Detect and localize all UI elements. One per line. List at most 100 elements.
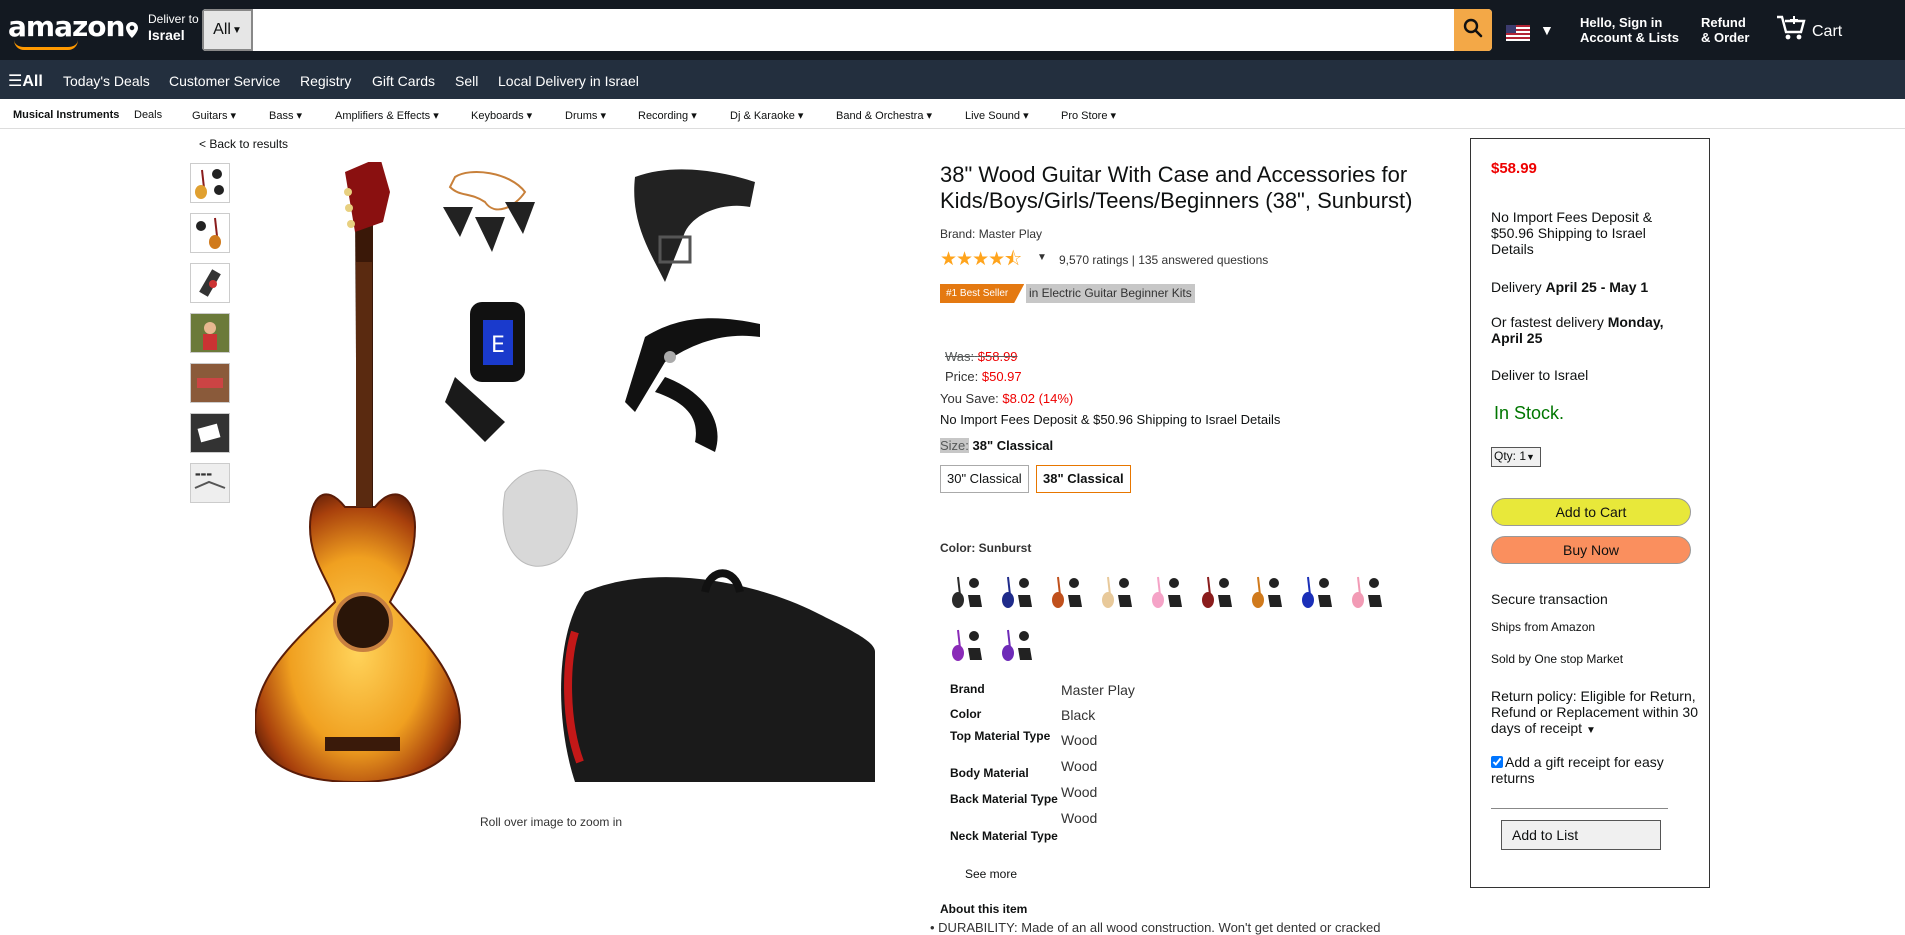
search-icon xyxy=(1463,18,1483,43)
caret-down-icon[interactable]: ▼ xyxy=(1540,22,1554,38)
refund-label: Refund xyxy=(1701,15,1746,30)
star-rating-icon[interactable]: ★★★★⯪ xyxy=(940,245,1022,277)
top-nav-bar: amazon Deliver to Israel All ▼ ▼ Hello, … xyxy=(0,0,1905,60)
cart-label[interactable]: Cart xyxy=(1812,23,1842,41)
thumbnail-1[interactable] xyxy=(190,163,230,203)
spec-key: Body Material xyxy=(950,766,1029,780)
product-main-image[interactable]: E xyxy=(253,157,875,784)
caret-down-icon: ▾ xyxy=(526,110,533,122)
product-title: 38" Wood Guitar With Case and Accessorie… xyxy=(940,162,1413,213)
subnav-pro-store[interactable]: Pro Store ▾ xyxy=(1061,109,1116,122)
subnav-drums[interactable]: Drums ▾ xyxy=(565,109,606,122)
nav-link-customer-service[interactable]: Customer Service xyxy=(169,73,280,89)
search-category-label: All xyxy=(213,21,231,38)
thumbnail-3[interactable] xyxy=(190,263,230,303)
subnav-musical-instruments[interactable]: Musical Instruments xyxy=(13,109,119,121)
about-bullet-text: DURABILITY: Made of an all wood construc… xyxy=(938,920,1381,935)
nav-link-registry[interactable]: Registry xyxy=(300,73,351,89)
thumbnail-2[interactable] xyxy=(190,213,230,253)
color-swatch[interactable] xyxy=(948,573,986,611)
hamburger-menu-icon: ☰ xyxy=(8,73,23,90)
size-option-38-classical[interactable]: 38" Classical xyxy=(1036,465,1131,493)
color-swatch[interactable] xyxy=(1148,573,1186,611)
caret-down-icon: ▾ xyxy=(433,110,439,122)
buybox-delivery: Delivery April 25 - May 1 xyxy=(1491,279,1648,295)
buy-now-button[interactable]: Buy Now xyxy=(1491,536,1691,564)
subnav-deals[interactable]: Deals xyxy=(134,109,162,121)
price-value: $50.97 xyxy=(981,369,1022,384)
was-value: $58.99 xyxy=(977,349,1018,364)
nav-link-local-delivery[interactable]: Local Delivery in Israel xyxy=(498,73,639,89)
sold-by[interactable]: Sold by One stop Market xyxy=(1491,651,1623,667)
subnav-amplifiers-effects[interactable]: Amplifiers & Effects ▾ xyxy=(335,109,439,122)
cart-icon[interactable] xyxy=(1776,14,1806,42)
add-to-cart-button[interactable]: Add to Cart xyxy=(1491,498,1691,526)
back-to-results-link[interactable]: < Back to results xyxy=(199,137,288,151)
color-swatch[interactable] xyxy=(1098,573,1136,611)
nav-link-sell[interactable]: Sell xyxy=(455,73,478,89)
thumbnail-7[interactable]: ▬▬▬ xyxy=(190,463,230,503)
savings: You Save: $8.02 (14%) xyxy=(940,391,1073,406)
color-swatch[interactable] xyxy=(998,626,1036,664)
buybox-deliver-to[interactable]: Deliver to Israel xyxy=(1491,367,1588,383)
was-label: Was: xyxy=(945,349,975,364)
amazon-logo[interactable]: amazon xyxy=(8,10,125,43)
color-swatch[interactable] xyxy=(1348,573,1386,611)
us-flag-icon[interactable] xyxy=(1506,25,1530,41)
best-seller-category-link[interactable]: in Electric Guitar Beginner Kits xyxy=(1026,284,1195,303)
size-option-30-classical[interactable]: 30" Classical xyxy=(940,465,1029,493)
thumbnail-5[interactable] xyxy=(190,363,230,403)
quantity-select[interactable]: Qty: 1▼ xyxy=(1491,447,1541,467)
best-seller-badge[interactable]: #1 Best Seller xyxy=(940,284,1025,303)
subnav-live-sound[interactable]: Live Sound ▾ xyxy=(965,109,1029,122)
ratings-summary: 9,570 ratings | 135 answered questions xyxy=(1059,253,1268,267)
refund-and-order[interactable]: Refund & Order xyxy=(1701,15,1749,45)
account-and-lists[interactable]: Hello, Sign in Account & Lists xyxy=(1580,15,1679,45)
nav-link-todays-deals[interactable]: Today's Deals xyxy=(63,73,150,89)
caret-down-icon: ▾ xyxy=(600,110,606,122)
color-swatch[interactable] xyxy=(1248,573,1286,611)
answered-questions-link[interactable]: 135 answered questions xyxy=(1138,253,1268,267)
ratings-count-link[interactable]: 9,570 ratings xyxy=(1059,253,1128,267)
subnav-dj-karaoke[interactable]: Dj & Karaoke ▾ xyxy=(730,109,803,122)
color-swatch[interactable] xyxy=(1298,573,1336,611)
see-more-link[interactable]: See more xyxy=(965,867,1017,881)
search-button[interactable] xyxy=(1454,9,1492,51)
guitar-kit-image: E xyxy=(253,157,875,784)
chevron-down-icon: ▼ xyxy=(1585,725,1596,736)
search-category-select[interactable]: All ▼ xyxy=(202,9,253,51)
nav-link-gift-cards[interactable]: Gift Cards xyxy=(372,73,435,89)
chevron-down-icon[interactable]: ▼ xyxy=(1037,252,1047,263)
color-swatch[interactable] xyxy=(998,573,1036,611)
current-price: Price: $50.97 xyxy=(945,369,1022,384)
add-to-list-button[interactable]: Add to List xyxy=(1501,820,1661,850)
spec-value: Wood xyxy=(1061,810,1098,826)
price-label: Price: xyxy=(945,369,979,384)
subnav-bass-label: Bass xyxy=(269,110,294,122)
return-policy[interactable]: Return policy: Eligible for Return, Refu… xyxy=(1491,688,1701,739)
subnav-band-orchestra[interactable]: Band & Orchestra ▾ xyxy=(836,109,932,122)
subnav-recording[interactable]: Recording ▾ xyxy=(638,109,697,122)
buybox-import-fees[interactable]: No Import Fees Deposit & $50.96 Shipping… xyxy=(1491,209,1691,257)
thumbnail-4[interactable] xyxy=(190,313,230,353)
brand-link[interactable]: Brand: Master Play xyxy=(940,227,1042,241)
spec-key: Top Material Type xyxy=(950,729,1051,743)
secure-transaction-link[interactable]: Secure transaction xyxy=(1491,591,1608,607)
all-menu-button[interactable]: ☰All xyxy=(8,71,43,91)
search-input[interactable] xyxy=(253,9,1457,51)
subnav-keyboards[interactable]: Keyboards ▾ xyxy=(471,109,532,122)
account-greeting: Hello, Sign in xyxy=(1580,15,1663,30)
order-label: & Order xyxy=(1701,30,1750,45)
search-bar: All ▼ xyxy=(202,9,1492,51)
import-fees-note: No Import Fees Deposit & $50.96 Shipping… xyxy=(940,412,1281,427)
location-pin-icon xyxy=(126,22,138,43)
svg-text:E: E xyxy=(491,333,505,358)
size-label: Size: xyxy=(940,438,969,453)
subnav-guitars[interactable]: Guitars ▾ xyxy=(192,109,236,122)
thumbnail-6[interactable] xyxy=(190,413,230,453)
color-swatch[interactable] xyxy=(1048,573,1086,611)
color-swatch[interactable] xyxy=(948,626,986,664)
subnav-bass[interactable]: Bass ▾ xyxy=(269,109,302,122)
gift-receipt-checkbox[interactable] xyxy=(1491,756,1503,768)
color-swatch[interactable] xyxy=(1198,573,1236,611)
